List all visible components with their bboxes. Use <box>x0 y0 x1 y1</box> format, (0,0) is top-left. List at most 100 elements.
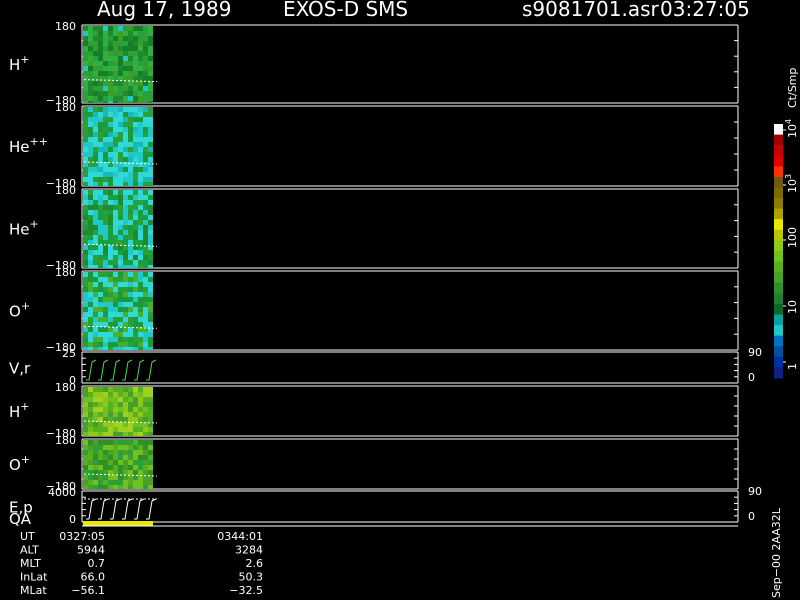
heatmap-cell <box>118 445 123 450</box>
heatmap-cell <box>88 182 93 186</box>
heatmap-cell <box>138 41 143 46</box>
heatmap-cell <box>93 250 98 255</box>
heatmap-cell <box>148 172 153 177</box>
heatmap-cell <box>118 235 123 240</box>
heatmap-cell <box>143 205 148 210</box>
panel-he-plus-plus: 180−180He++ <box>9 101 739 190</box>
heatmap-cell <box>93 332 98 337</box>
heatmap-cell <box>93 397 98 402</box>
heatmap-cell <box>148 132 153 137</box>
heatmap-cell <box>128 342 133 347</box>
heatmap-cell <box>88 317 93 322</box>
heatmap-cell <box>98 230 103 235</box>
heatmap-cell <box>108 317 113 322</box>
heatmap-cell <box>133 230 138 235</box>
heatmap-cell <box>88 455 93 460</box>
heatmap-cell <box>83 205 88 210</box>
heatmap-cell <box>138 240 143 245</box>
heatmap-cell <box>88 142 93 147</box>
heatmap-cell <box>113 260 118 265</box>
heatmap-cell <box>118 172 123 177</box>
heatmap-cell <box>98 255 103 260</box>
heatmap-cell <box>123 287 128 292</box>
heatmap-cell <box>88 277 93 282</box>
heatmap-cell <box>83 402 88 407</box>
heatmap-cell <box>118 56 123 61</box>
heatmap-cell <box>133 255 138 260</box>
heatmap-cell <box>93 460 98 465</box>
heatmap-cell <box>113 112 118 117</box>
heatmap-cell <box>133 277 138 282</box>
heatmap-cell <box>118 332 123 337</box>
heatmap-cell <box>138 117 143 122</box>
heatmap-cell <box>133 485 138 489</box>
heatmap-cell <box>128 31 133 36</box>
heatmap-cell <box>118 402 123 407</box>
heatmap-cell <box>118 480 123 485</box>
heatmap-cell <box>138 312 143 317</box>
heatmap-cell <box>113 36 118 41</box>
heatmap-cell <box>123 432 128 436</box>
heatmap-cell <box>128 71 133 76</box>
right-tick-min: 0 <box>748 371 755 384</box>
heatmap-cell <box>103 432 108 436</box>
heatmap-cell <box>103 465 108 470</box>
heatmap-cell <box>83 41 88 46</box>
heatmap-cell <box>128 282 133 287</box>
heatmap-cell <box>98 107 103 112</box>
heatmap-cell <box>93 205 98 210</box>
heatmap-cell <box>88 272 93 277</box>
heatmap-cell <box>88 71 93 76</box>
heatmap-cell <box>93 312 98 317</box>
heatmap-cell <box>103 31 108 36</box>
heatmap-cell <box>143 322 148 327</box>
heatmap-cell <box>118 142 123 147</box>
heatmap-cell <box>118 240 123 245</box>
heatmap-cell <box>103 485 108 489</box>
heatmap-cell <box>118 167 123 172</box>
heatmap-cell <box>123 117 128 122</box>
heatmap-cell <box>113 402 118 407</box>
heatmap-cell <box>98 445 103 450</box>
heatmap-cell <box>113 152 118 157</box>
heatmap-cell <box>148 317 153 322</box>
heatmap-cell <box>133 96 138 101</box>
header-time: 03:27:05 <box>660 0 750 21</box>
heatmap-cell <box>108 445 113 450</box>
heatmap-cell <box>148 272 153 277</box>
heatmap-cell <box>93 195 98 200</box>
heatmap-cell <box>143 61 148 66</box>
heatmap-cell <box>103 322 108 327</box>
heatmap-cell <box>93 465 98 470</box>
heatmap-cell <box>98 312 103 317</box>
heatmap-cell <box>108 387 113 392</box>
heatmap-cell <box>138 292 143 297</box>
heatmap-cell <box>93 292 98 297</box>
heatmap-cell <box>118 137 123 142</box>
heatmap-cell <box>88 475 93 480</box>
heatmap-cell <box>148 71 153 76</box>
heatmap-cell <box>88 152 93 157</box>
heatmap-cell <box>98 302 103 307</box>
heatmap-cell <box>83 182 88 186</box>
footer-value-start: 0.7 <box>88 557 106 570</box>
heatmap-cell <box>118 225 123 230</box>
trace-segment <box>122 359 133 381</box>
heatmap-cell <box>128 465 133 470</box>
y-tick-max: 180 <box>55 266 76 279</box>
heatmap-cell <box>108 107 113 112</box>
heatmap-cell <box>148 76 153 81</box>
heatmap-cell <box>128 96 133 101</box>
footer-value-start: 0327:05 <box>59 530 105 543</box>
heatmap-cell <box>148 277 153 282</box>
heatmap-cell <box>83 107 88 112</box>
heatmap-cell <box>118 51 123 56</box>
heatmap-cell <box>143 337 148 342</box>
heatmap-cell <box>143 41 148 46</box>
heatmap-cell <box>128 36 133 41</box>
heatmap-cell <box>148 417 153 422</box>
heatmap-cell <box>133 137 138 142</box>
colorbar-swatch <box>774 272 783 284</box>
heatmap-cell <box>88 440 93 445</box>
heatmap-cell <box>108 407 113 412</box>
